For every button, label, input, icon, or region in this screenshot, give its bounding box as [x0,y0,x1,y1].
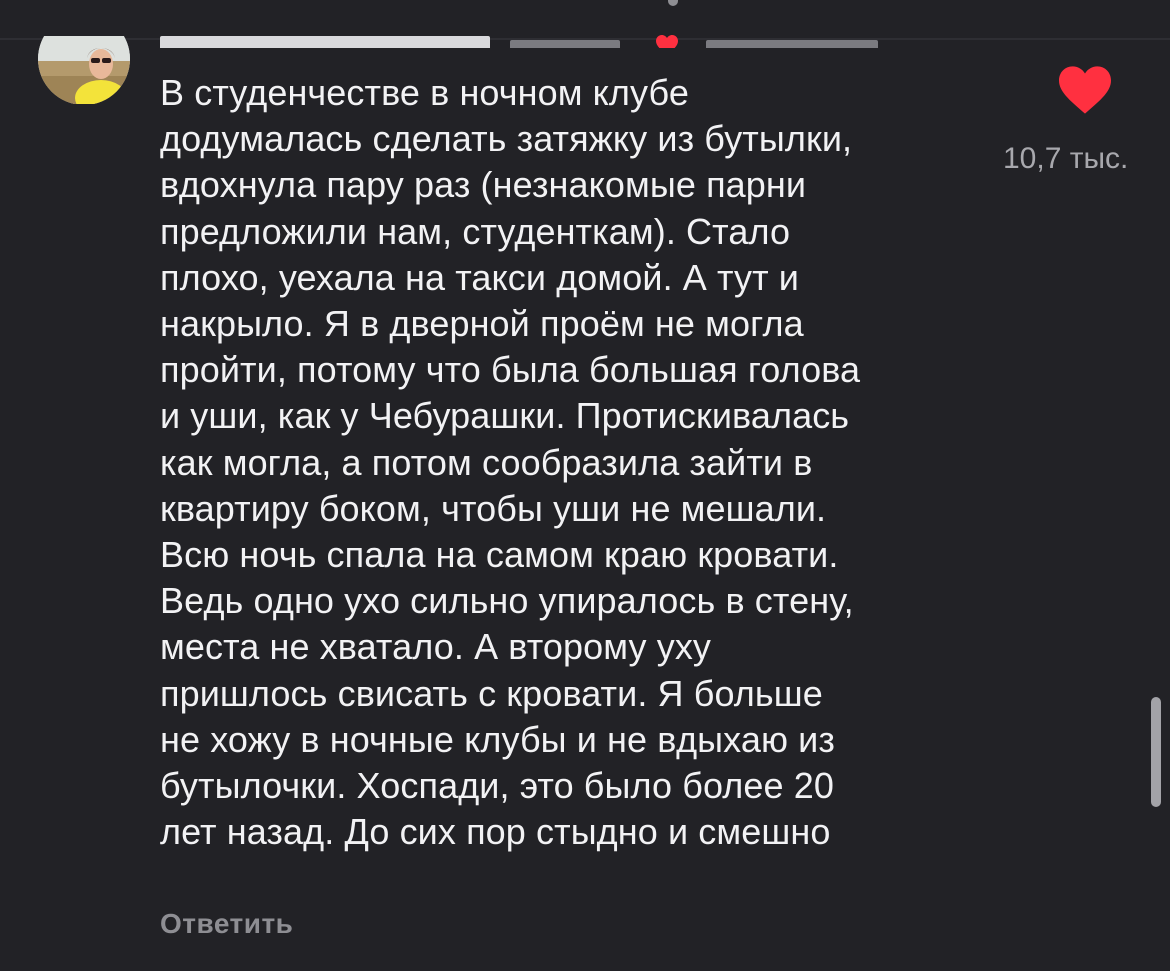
comment-username[interactable] [160,36,490,48]
scrollbar[interactable] [1151,697,1161,807]
reply-button[interactable]: Ответить [160,908,293,940]
avatar[interactable] [37,36,131,104]
author-liked-heart-icon [656,35,678,48]
liked-by-author-label [706,40,878,48]
comment-header [160,12,920,48]
heart-icon [1059,66,1111,114]
avatar-image [38,36,130,104]
comment-timestamp [510,40,620,48]
comment-screen: В студенчестве в ночном клубе додумалась… [0,0,1170,971]
comment-body: В студенчестве в ночном клубе додумалась… [160,72,861,853]
top-edge-indicator [668,0,678,6]
like-button[interactable] [1056,64,1114,116]
like-count[interactable]: 10,7 тыс. [1003,142,1170,176]
